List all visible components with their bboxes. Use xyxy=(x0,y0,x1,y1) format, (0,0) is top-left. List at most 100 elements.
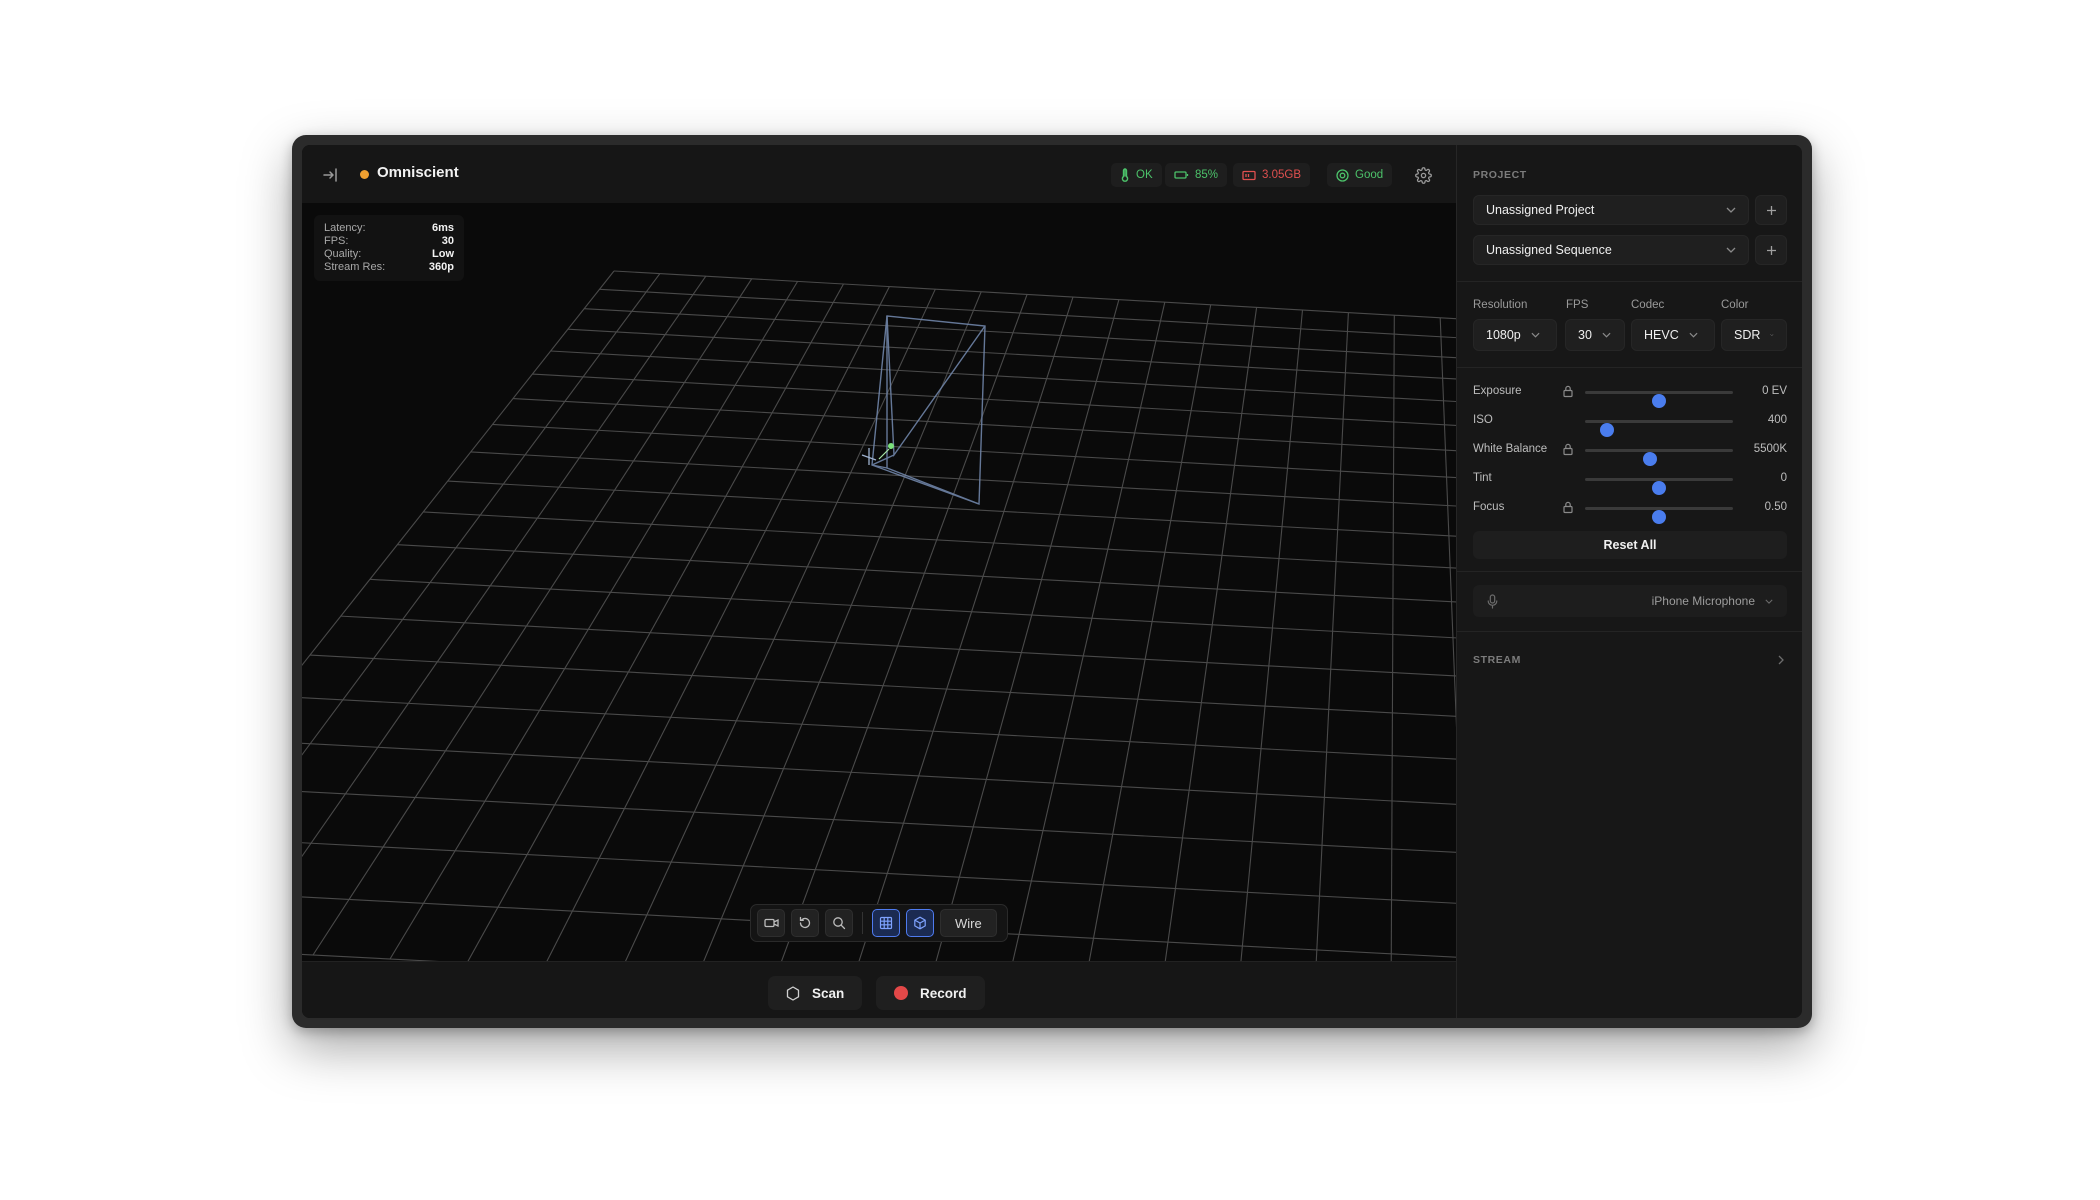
iso-slider-track[interactable] xyxy=(1585,420,1733,437)
stream-section-label: STREAM xyxy=(1473,654,1521,666)
fps-value: 30 xyxy=(1578,328,1592,342)
settings-panel: PROJECT Unassigned Project Unassigned Se… xyxy=(1456,145,1802,1018)
white-balance-value: 5500K xyxy=(1753,443,1787,455)
grid-icon xyxy=(879,916,893,930)
white-balance-slider-track[interactable] xyxy=(1585,449,1733,466)
thermal-status-label: OK xyxy=(1136,169,1153,181)
exposure-slider-track[interactable] xyxy=(1585,391,1733,408)
stat-fps-value: 30 xyxy=(441,235,454,247)
tint-value: 0 xyxy=(1780,472,1787,484)
fps-label: FPS xyxy=(1566,299,1589,311)
focus-slider-track[interactable] xyxy=(1585,507,1733,524)
stat-quality-label: Quality: xyxy=(324,248,362,260)
lock-icon[interactable] xyxy=(1561,384,1575,398)
tint-slider-row: Tint 0 xyxy=(1473,469,1787,495)
thermal-status-chip[interactable]: OK xyxy=(1111,163,1162,187)
app-window-content: Omniscient OK 85% 3.05GB Good Latency: 6… xyxy=(302,145,1802,1018)
project-select[interactable]: Unassigned Project xyxy=(1473,195,1749,225)
exposure-value: 0 EV xyxy=(1762,385,1787,397)
add-sequence-button[interactable] xyxy=(1755,235,1787,265)
project-select-value: Unassigned Project xyxy=(1486,203,1595,217)
chevron-down-icon xyxy=(1726,207,1736,213)
stat-stream-res-label: Stream Res: xyxy=(324,261,386,273)
codec-label: Codec xyxy=(1631,299,1665,311)
codec-value: HEVC xyxy=(1644,328,1679,342)
battery-status-label: 85% xyxy=(1195,169,1219,181)
microphone-value: iPhone Microphone xyxy=(1651,594,1755,608)
chevron-down-icon xyxy=(1765,599,1773,604)
toolbar-divider xyxy=(862,912,863,934)
connection-status-label: Good xyxy=(1355,169,1384,181)
storage-icon xyxy=(1242,170,1256,180)
white-balance-slider-row: White Balance 5500K xyxy=(1473,440,1787,466)
lock-icon[interactable] xyxy=(1561,442,1575,456)
chevron-down-icon xyxy=(1531,332,1540,338)
reset-all-button[interactable]: Reset All xyxy=(1473,531,1787,559)
search-icon xyxy=(833,917,846,930)
focus-slider-thumb[interactable] xyxy=(1652,510,1666,524)
chevron-down-icon xyxy=(1602,332,1611,338)
3d-viewport[interactable]: Latency: 6ms FPS: 30 Quality: Low Stream… xyxy=(302,203,1456,961)
iso-value: 400 xyxy=(1767,414,1787,426)
scan-button[interactable]: Scan xyxy=(768,976,863,1010)
exit-icon[interactable] xyxy=(320,164,342,186)
sequence-select-value: Unassigned Sequence xyxy=(1486,243,1612,257)
storage-status-label: 3.05GB xyxy=(1262,169,1301,181)
microphone-icon xyxy=(1487,593,1498,609)
wireframe-toggle-button[interactable]: Wire xyxy=(940,909,997,937)
color-select[interactable]: SDR xyxy=(1721,319,1787,351)
panel-divider xyxy=(1457,571,1802,572)
white-balance-label: White Balance xyxy=(1473,443,1548,455)
thermometer-icon xyxy=(1121,168,1129,182)
color-label: Color xyxy=(1721,299,1749,311)
storage-status-chip[interactable]: 3.05GB xyxy=(1233,163,1310,187)
chevron-down-icon xyxy=(1689,332,1698,338)
resolution-select[interactable]: 1080p xyxy=(1473,319,1557,351)
plus-icon xyxy=(1766,245,1776,255)
gear-icon[interactable] xyxy=(1412,164,1434,186)
record-label: Record xyxy=(920,985,967,1001)
focus-label: Focus xyxy=(1473,501,1505,513)
model-toggle-button[interactable] xyxy=(906,909,934,937)
chevron-right-icon xyxy=(1778,655,1784,665)
add-project-button[interactable] xyxy=(1755,195,1787,225)
app-title: Omniscient xyxy=(377,164,459,181)
stat-fps: FPS: 30 xyxy=(324,235,454,248)
grid-toggle-button[interactable] xyxy=(872,909,900,937)
panel-divider xyxy=(1457,281,1802,282)
record-button[interactable]: Record xyxy=(876,976,985,1010)
iso-slider-thumb[interactable] xyxy=(1600,423,1615,437)
bottom-action-bar: Scan Record xyxy=(302,961,1456,1018)
stream-section-toggle[interactable]: STREAM xyxy=(1457,643,1802,677)
signal-icon xyxy=(1336,168,1349,182)
hexagon-icon xyxy=(786,985,800,1001)
connection-status-chip[interactable]: Good xyxy=(1327,163,1393,187)
stat-latency-value: 6ms xyxy=(431,222,454,234)
battery-icon xyxy=(1174,171,1189,179)
battery-status-chip[interactable]: 85% xyxy=(1165,163,1228,187)
sequence-select[interactable]: Unassigned Sequence xyxy=(1473,235,1749,265)
reset-view-button[interactable] xyxy=(791,909,819,937)
status-dot xyxy=(360,170,369,179)
exposure-slider-row: Exposure 0 EV xyxy=(1473,382,1787,408)
color-value: SDR xyxy=(1734,328,1761,342)
panel-divider xyxy=(1457,367,1802,368)
stat-quality: Quality: Low xyxy=(324,248,454,261)
stat-stream-res-value: 360p xyxy=(428,261,454,273)
microphone-select[interactable]: iPhone Microphone xyxy=(1473,585,1787,617)
viewport-toolbar: Wire xyxy=(750,904,1008,942)
codec-select[interactable]: HEVC xyxy=(1631,319,1715,351)
camera-icon xyxy=(763,918,779,928)
zoom-button[interactable] xyxy=(825,909,853,937)
tint-slider-track[interactable] xyxy=(1585,478,1733,495)
lock-icon[interactable] xyxy=(1561,500,1575,514)
white-balance-slider-thumb[interactable] xyxy=(1643,452,1658,466)
camera-view-button[interactable] xyxy=(757,909,785,937)
resolution-value: 1080p xyxy=(1486,328,1521,342)
tint-slider-thumb[interactable] xyxy=(1652,481,1666,495)
chevron-down-icon xyxy=(1726,247,1736,253)
exposure-slider-thumb[interactable] xyxy=(1652,394,1666,408)
stat-stream-res: Stream Res: 360p xyxy=(324,261,454,274)
fps-select[interactable]: 30 xyxy=(1565,319,1625,351)
iso-label: ISO xyxy=(1473,414,1493,426)
